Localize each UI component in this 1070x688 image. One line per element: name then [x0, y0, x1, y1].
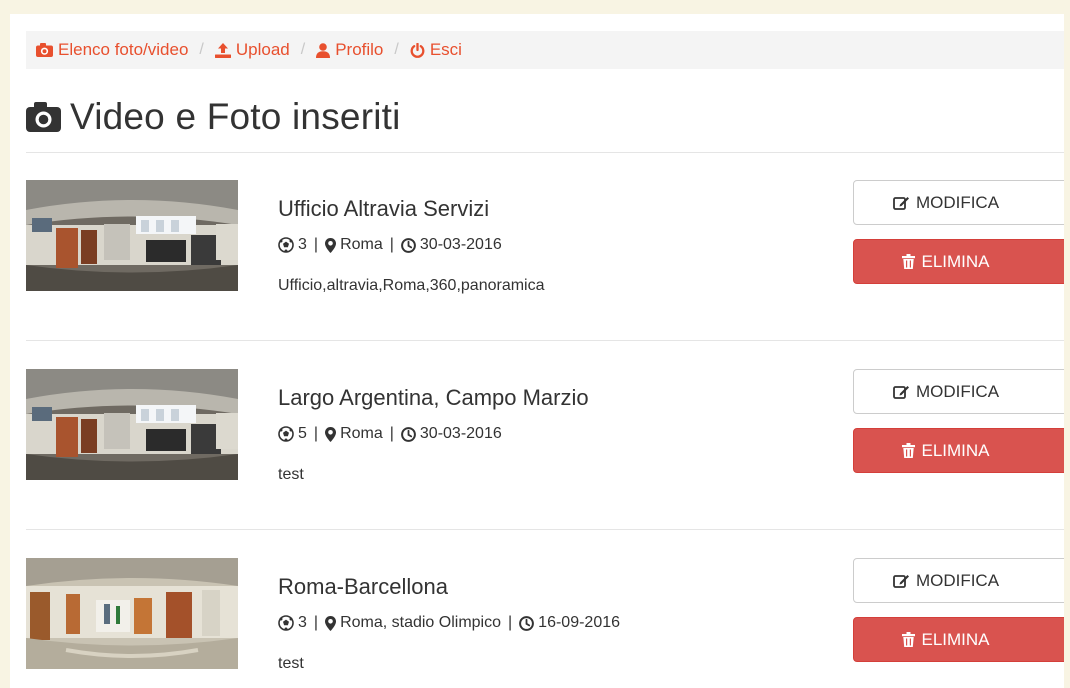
breadcrumb: Elenco foto/video / Upload / Profilo / E… — [26, 31, 1064, 69]
breadcrumb-esci-link[interactable]: Esci — [410, 40, 462, 60]
camera-icon — [26, 102, 61, 132]
divider — [26, 529, 1064, 530]
item-count: 3 — [298, 236, 307, 253]
item-meta: 5 | Roma | 30-03-2016 — [278, 425, 502, 443]
edit-button-label: MODIFICA — [915, 192, 1000, 212]
item-title[interactable]: Roma-Barcellona — [278, 574, 448, 600]
clock-icon — [401, 237, 416, 253]
item-count: 5 — [298, 425, 307, 442]
item-location: Roma — [340, 236, 383, 253]
item-title[interactable]: Largo Argentina, Campo Marzio — [278, 385, 589, 411]
list-item: Largo Argentina, Campo Marzio 5 | Roma |… — [26, 369, 1064, 483]
breadcrumb-elenco-link[interactable]: Elenco foto/video — [36, 40, 188, 60]
item-date: 16-09-2016 — [538, 614, 621, 631]
item-meta: 3 | Roma | 30-03-2016 — [278, 236, 502, 254]
edit-button-label: MODIFICA — [915, 381, 1000, 401]
meta-separator: | — [313, 236, 319, 253]
item-date: 30-03-2016 — [419, 425, 502, 442]
meta-separator: | — [508, 614, 513, 631]
page-heading: Video e Foto inseriti — [26, 96, 401, 138]
trash-icon — [902, 254, 916, 269]
edit-button-label: MODIFICA — [915, 570, 1000, 590]
item-tags: Ufficio,altravia,Roma,360,panoramica — [278, 277, 545, 294]
map-marker-icon — [325, 426, 337, 442]
clock-icon — [519, 615, 535, 631]
item-thumbnail[interactable] — [26, 180, 238, 291]
meta-separator: | — [389, 425, 394, 442]
soccer-ball-icon — [278, 237, 294, 253]
item-location: Roma, stadio Olimpico — [340, 614, 502, 631]
main-panel: Elenco foto/video / Upload / Profilo / E… — [10, 14, 1064, 688]
delete-button-label: ELIMINA — [921, 629, 990, 649]
delete-button-label: ELIMINA — [921, 251, 990, 271]
breadcrumb-profilo-link[interactable]: Profilo — [316, 40, 383, 60]
divider — [26, 340, 1064, 341]
breadcrumb-upload-label: Upload — [235, 40, 290, 59]
breadcrumb-separator: / — [394, 41, 399, 58]
breadcrumb-esci-label: Esci — [429, 40, 462, 59]
item-thumbnail[interactable] — [26, 369, 238, 480]
map-marker-icon — [325, 615, 337, 631]
divider — [26, 152, 1064, 153]
breadcrumb-separator: / — [199, 41, 204, 58]
edit-button[interactable]: MODIFICA — [853, 180, 1064, 225]
item-tags: test — [278, 466, 304, 483]
item-tags: test — [278, 655, 304, 672]
item-date: 30-03-2016 — [419, 236, 502, 253]
power-icon — [410, 42, 425, 58]
upload-icon — [214, 42, 231, 58]
breadcrumb-upload-link[interactable]: Upload — [214, 40, 290, 60]
breadcrumb-separator: / — [300, 41, 306, 58]
trash-icon — [902, 632, 916, 647]
breadcrumb-profilo-label: Profilo — [335, 40, 384, 59]
item-count: 3 — [298, 614, 307, 631]
delete-button-label: ELIMINA — [921, 440, 990, 460]
soccer-ball-icon — [278, 426, 294, 442]
item-thumbnail[interactable] — [26, 558, 238, 669]
delete-button[interactable]: ELIMINA — [853, 239, 1064, 284]
soccer-ball-icon — [278, 615, 294, 631]
edit-button[interactable]: MODIFICA — [853, 369, 1064, 414]
user-icon — [316, 42, 331, 58]
trash-icon — [902, 443, 916, 458]
breadcrumb-elenco-label: Elenco foto/video — [58, 40, 189, 59]
list-item: Ufficio Altravia Servizi 3 | Roma | 30-0… — [26, 180, 1064, 294]
delete-button[interactable]: ELIMINA — [853, 428, 1064, 473]
page-title: Video e Foto inseriti — [70, 96, 401, 137]
edit-icon — [893, 386, 909, 399]
clock-icon — [401, 426, 416, 442]
edit-icon — [893, 575, 909, 588]
item-location: Roma — [340, 425, 383, 442]
item-title[interactable]: Ufficio Altravia Servizi — [278, 196, 489, 222]
edit-icon — [893, 197, 909, 210]
delete-button[interactable]: ELIMINA — [853, 617, 1064, 662]
camera-icon — [36, 43, 53, 57]
list-item: Roma-Barcellona 3 | Roma, stadio Olimpic… — [26, 558, 1064, 672]
meta-separator: | — [313, 614, 319, 631]
edit-button[interactable]: MODIFICA — [853, 558, 1064, 603]
map-marker-icon — [325, 237, 337, 253]
meta-separator: | — [313, 425, 319, 442]
item-meta: 3 | Roma, stadio Olimpico | 16-09-2016 — [278, 614, 620, 632]
meta-separator: | — [389, 236, 394, 253]
